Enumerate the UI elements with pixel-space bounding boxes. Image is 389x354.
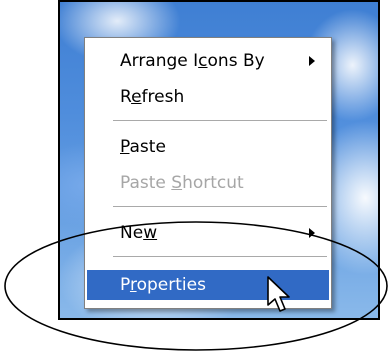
menu-item-arrange-icons-by[interactable]: Arrange Icons By (87, 46, 329, 76)
menu-separator (113, 120, 327, 121)
menu-item-label: Refresh (120, 87, 185, 107)
chevron-right-icon (309, 56, 315, 66)
mouse-pointer-icon (267, 276, 290, 312)
menu-item-label: Paste Shortcut (120, 173, 244, 193)
menu-item-label: Arrange Icons By (120, 51, 265, 71)
menu-item-refresh[interactable]: Refresh (87, 82, 329, 112)
menu-item-paste[interactable]: Paste (87, 132, 329, 162)
highlight-ellipse (4, 221, 388, 351)
menu-separator (113, 206, 327, 207)
menu-item-label: Paste (120, 137, 166, 157)
menu-item-paste-shortcut: Paste Shortcut (87, 168, 329, 198)
